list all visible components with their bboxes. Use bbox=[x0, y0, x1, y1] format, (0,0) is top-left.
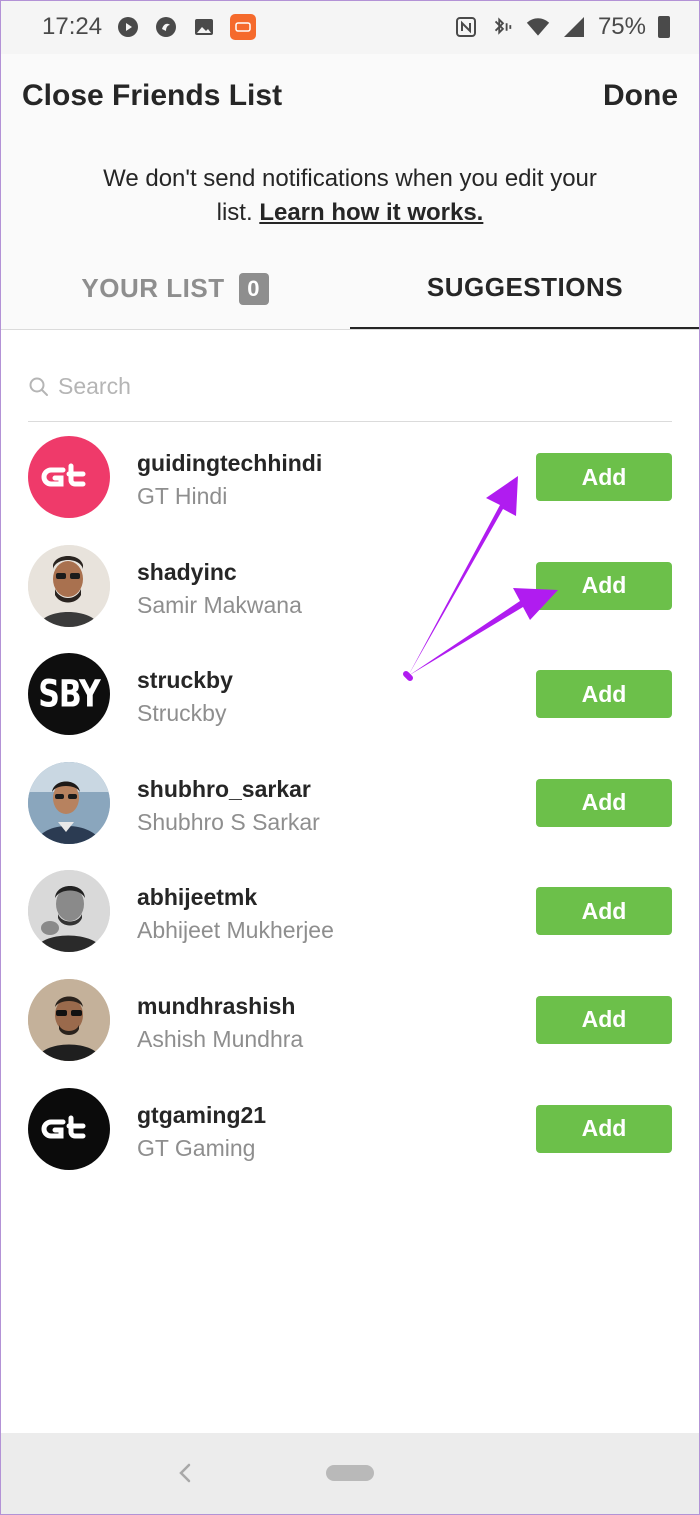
profile-photo-icon bbox=[28, 978, 110, 1061]
search-bar bbox=[28, 352, 672, 422]
list-item: SBY struckby Struckby Add bbox=[0, 639, 700, 748]
mi-app-icon bbox=[230, 14, 257, 40]
username: shubhro_sarkar bbox=[137, 775, 311, 802]
bluetooth-vibrate-icon bbox=[490, 15, 514, 39]
avatar[interactable] bbox=[28, 978, 110, 1061]
nike-app-icon bbox=[154, 15, 178, 39]
full-name: Struckby bbox=[137, 700, 227, 727]
list-item: shadyinc Samir Makwana Add bbox=[0, 531, 700, 640]
username: gtgaming21 bbox=[137, 1101, 267, 1128]
full-name: GT Gaming bbox=[137, 1134, 256, 1161]
gallery-icon bbox=[192, 15, 216, 39]
profile-photo-icon bbox=[28, 544, 110, 627]
add-button[interactable]: Add bbox=[536, 995, 672, 1044]
your-list-count-badge: 0 bbox=[238, 272, 269, 305]
username: abhijeetmk bbox=[137, 884, 258, 911]
add-button[interactable]: Add bbox=[536, 561, 672, 610]
gt-logo-icon bbox=[41, 1115, 86, 1139]
full-name: Ashish Mundhra bbox=[137, 1025, 304, 1052]
tab-suggestions[interactable]: SUGGESTIONS bbox=[350, 248, 700, 329]
full-name: Shubhro S Sarkar bbox=[137, 808, 320, 835]
username: shadyinc bbox=[137, 558, 237, 585]
avatar[interactable] bbox=[28, 870, 110, 953]
add-button[interactable]: Add bbox=[536, 887, 672, 936]
tab-suggestions-label: SUGGESTIONS bbox=[426, 272, 624, 302]
avatar[interactable] bbox=[28, 761, 110, 844]
full-name: GT Hindi bbox=[137, 483, 228, 509]
search-input[interactable] bbox=[58, 373, 638, 400]
done-button[interactable]: Done bbox=[603, 79, 678, 113]
list-item: gtgaming21 GT Gaming Add bbox=[0, 1074, 700, 1183]
tab-your-list-label: YOUR LIST bbox=[81, 273, 225, 303]
back-chevron-icon[interactable] bbox=[176, 1461, 194, 1485]
system-nav-bar bbox=[0, 1433, 700, 1515]
avatar[interactable] bbox=[28, 544, 110, 627]
search-icon bbox=[29, 377, 48, 396]
username: guidingtechhindi bbox=[137, 450, 323, 476]
add-button[interactable]: Add bbox=[536, 1104, 672, 1153]
tab-bar: YOUR LIST 0 SUGGESTIONS bbox=[0, 248, 700, 330]
add-button[interactable]: Add bbox=[536, 453, 672, 501]
nfc-icon bbox=[454, 15, 478, 39]
tab-your-list[interactable]: YOUR LIST 0 bbox=[0, 248, 350, 329]
list-item: abhijeetmk Abhijeet Mukherjee Add bbox=[0, 856, 700, 965]
avatar[interactable]: SBY bbox=[28, 653, 110, 736]
wifi-icon bbox=[526, 15, 550, 39]
profile-photo-icon bbox=[28, 761, 110, 844]
full-name: Samir Makwana bbox=[137, 591, 302, 618]
list-item: shubhro_sarkar Shubhro S Sarkar Add bbox=[0, 748, 700, 857]
list-item: mundhrashish Ashish Mundhra Add bbox=[0, 965, 700, 1074]
avatar[interactable] bbox=[28, 1087, 110, 1170]
profile-photo-icon bbox=[28, 870, 110, 953]
gt-logo-icon bbox=[41, 463, 86, 487]
username: mundhrashish bbox=[137, 992, 296, 1019]
suggestions-list: guidingtechhindi GT Hindi Add shadyinc S… bbox=[0, 422, 700, 1182]
battery-percent: 75% bbox=[597, 13, 646, 40]
add-button[interactable]: Add bbox=[536, 778, 672, 827]
learn-how-link[interactable]: Learn how it works. bbox=[259, 199, 483, 226]
sby-logo: SBY bbox=[38, 672, 101, 717]
home-pill-button[interactable] bbox=[326, 1465, 374, 1481]
status-time: 17:24 bbox=[42, 13, 103, 40]
username: struckby bbox=[137, 667, 233, 694]
battery-icon bbox=[658, 16, 670, 38]
full-name: Abhijeet Mukherjee bbox=[137, 917, 334, 944]
add-button[interactable]: Add bbox=[536, 670, 672, 719]
media-play-icon bbox=[116, 15, 140, 39]
list-item: guidingtechhindi GT Hindi Add bbox=[0, 422, 700, 531]
avatar[interactable] bbox=[28, 436, 110, 518]
notification-notice: We don't send notifications when you edi… bbox=[0, 138, 700, 248]
cell-signal-icon bbox=[562, 15, 586, 39]
header: Close Friends List Done bbox=[0, 54, 700, 138]
page-title: Close Friends List bbox=[22, 79, 283, 112]
status-bar: 17:24 75% bbox=[0, 0, 700, 54]
